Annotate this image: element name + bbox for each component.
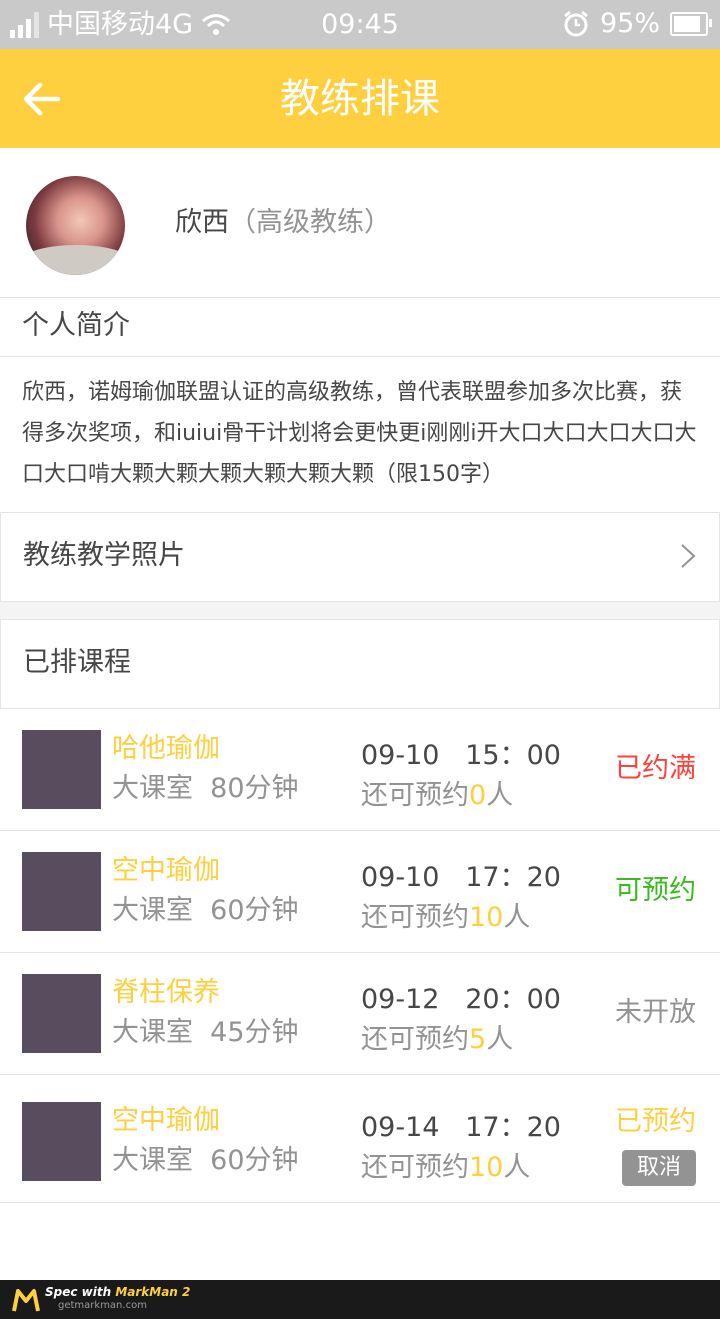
cancel-button[interactable]: 取消 xyxy=(622,1150,696,1186)
book-status-button[interactable]: 可预约 xyxy=(615,874,696,908)
coach-photos-row[interactable]: 教练教学照片 xyxy=(0,512,720,602)
markman-footer: Spec with MarkMan 2 getmarkman.com xyxy=(0,1280,720,1319)
intro-header: 个人简介 xyxy=(0,297,720,357)
course-datetime: 09-12 20：00 xyxy=(361,984,561,1015)
course-datetime: 09-10 15：00 xyxy=(361,740,561,771)
course-room-duration: 大课室 80分钟 xyxy=(112,773,299,804)
course-datetime: 09-10 17：20 xyxy=(361,862,561,893)
course-status: 已约满 xyxy=(615,753,696,784)
course-remaining: 还可预约10人 xyxy=(361,902,531,933)
nav-bar: 教练排课 xyxy=(0,49,720,148)
coach-level: （高级教练） xyxy=(229,207,391,238)
course-remaining: 还可预约0人 xyxy=(361,780,514,811)
footer-spec-text: Spec with MarkMan 2 xyxy=(45,1285,191,1299)
coach-name-line: 欣西（高级教练） xyxy=(175,205,391,241)
schedule-title: 已排课程 xyxy=(23,647,131,678)
status-right: 95% xyxy=(562,8,712,40)
course-name: 脊柱保养 xyxy=(112,977,220,1008)
chevron-right-icon xyxy=(681,544,696,568)
course-thumbnail xyxy=(22,1102,101,1181)
course-thumbnail xyxy=(22,852,101,931)
course-remaining: 还可预约5人 xyxy=(361,1024,514,1055)
course-thumbnail xyxy=(22,730,101,809)
course-item[interactable]: 空中瑜伽 大课室 60分钟 09-14 17：20 还可预约10人 已预约 取消 xyxy=(0,1081,720,1203)
intro-text: 欣西，诺姆瑜伽联盟认证的高级教练，曾代表联盟参加多次比赛，获得多次奖项，和iui… xyxy=(22,380,697,487)
coach-photos-label: 教练教学照片 xyxy=(23,540,185,571)
battery-icon xyxy=(670,12,712,36)
course-item[interactable]: 脊柱保养 大课室 45分钟 09-12 20：00 还可预约5人 未开放 xyxy=(0,953,720,1075)
battery-percent: 95% xyxy=(599,8,660,39)
course-room-duration: 大课室 60分钟 xyxy=(112,1145,299,1176)
course-room-duration: 大课室 60分钟 xyxy=(112,895,299,926)
course-name: 空中瑜伽 xyxy=(112,855,220,886)
avatar xyxy=(26,176,125,275)
course-room-duration: 大课室 45分钟 xyxy=(112,1017,299,1048)
schedule-header: 已排课程 xyxy=(0,619,720,709)
course-name: 空中瑜伽 xyxy=(112,1105,220,1136)
course-item[interactable]: 哈他瑜伽 大课室 80分钟 09-10 15：00 还可预约0人 已约满 xyxy=(0,709,720,831)
page-title: 教练排课 xyxy=(280,76,440,122)
course-status: 已预约 xyxy=(615,1106,696,1137)
intro-title: 个人简介 xyxy=(22,310,130,341)
markman-logo-icon xyxy=(12,1289,40,1312)
course-status: 未开放 xyxy=(615,997,696,1028)
coach-name: 欣西 xyxy=(175,207,229,238)
course-datetime: 09-14 17：20 xyxy=(361,1112,561,1143)
course-remaining: 还可预约10人 xyxy=(361,1152,531,1183)
course-item[interactable]: 空中瑜伽 大课室 60分钟 09-10 17：20 还可预约10人 可预约 xyxy=(0,831,720,953)
course-thumbnail xyxy=(22,974,101,1053)
course-name: 哈他瑜伽 xyxy=(112,733,220,764)
section-gap xyxy=(0,602,720,619)
footer-site: getmarkman.com xyxy=(58,1300,147,1311)
coach-profile: 欣西（高级教练） xyxy=(0,148,720,298)
alarm-icon xyxy=(564,10,588,37)
status-bar: 中国移动4G 09:45 95% xyxy=(0,0,720,49)
